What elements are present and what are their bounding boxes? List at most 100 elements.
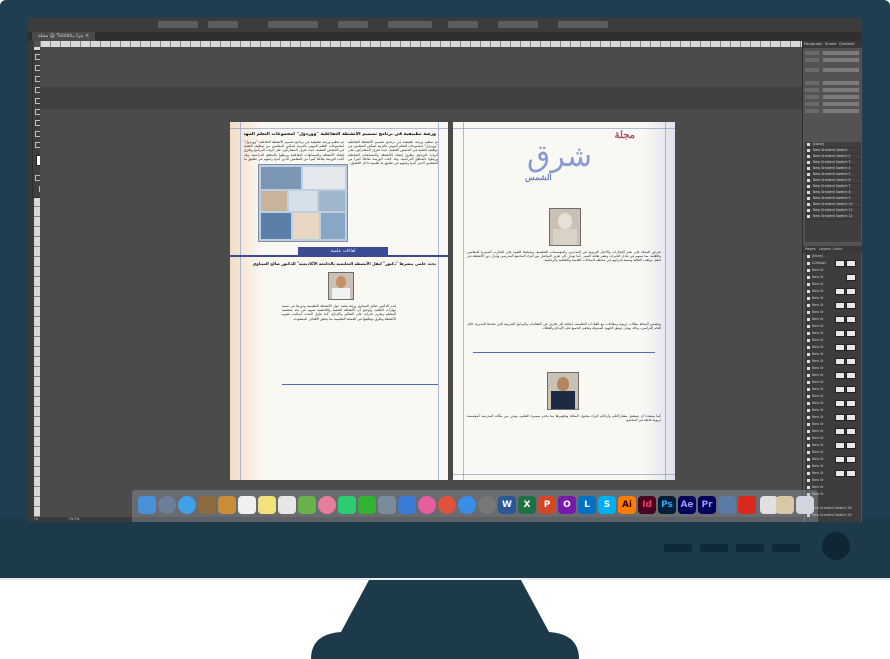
pages-row[interactable]: New Gr bbox=[805, 379, 861, 386]
pages-row[interactable]: New Gr bbox=[805, 309, 861, 316]
control-field[interactable] bbox=[268, 21, 318, 28]
pages-row[interactable]: New Gr bbox=[805, 428, 861, 435]
pages-row[interactable]: New Gr bbox=[805, 358, 861, 365]
panel-field[interactable] bbox=[805, 88, 861, 92]
keynote-icon[interactable] bbox=[398, 496, 416, 514]
onenote-icon[interactable]: O bbox=[558, 496, 576, 514]
pages-row[interactable]: New Gr bbox=[805, 330, 861, 337]
panel-field[interactable] bbox=[805, 51, 861, 55]
power-button[interactable] bbox=[822, 532, 850, 560]
page-number[interactable]: ١٥ bbox=[34, 517, 38, 522]
indesign-icon[interactable]: Id bbox=[638, 496, 656, 514]
tab-paragraph[interactable]: Paragraph bbox=[804, 42, 822, 47]
panel-field[interactable] bbox=[805, 109, 861, 113]
control-field[interactable] bbox=[388, 21, 432, 28]
tab-stroke[interactable]: Stroke bbox=[825, 42, 836, 47]
skype-icon[interactable]: S bbox=[598, 496, 616, 514]
panel-field[interactable] bbox=[805, 81, 861, 85]
numbers-icon[interactable] bbox=[378, 496, 396, 514]
pages-row[interactable]: New Gr bbox=[805, 274, 861, 281]
pages-row[interactable]: New Gr bbox=[805, 372, 861, 379]
pages-row[interactable]: New Gr bbox=[805, 386, 861, 393]
pages-row[interactable]: New Gr bbox=[805, 477, 861, 484]
powerpoint-icon[interactable]: P bbox=[538, 496, 556, 514]
pages-row[interactable]: New Gr bbox=[805, 365, 861, 372]
pages-row[interactable]: New Gr bbox=[805, 323, 861, 330]
calendar-icon[interactable] bbox=[238, 496, 256, 514]
pages-row[interactable]: New Gr bbox=[805, 414, 861, 421]
document-tab[interactable]: ﺑﺘﺮﺍ ﺑـ٥٥٥٥% @ مجلة × bbox=[32, 32, 96, 41]
panel-field[interactable] bbox=[805, 68, 861, 72]
pages-row[interactable]: New Gr bbox=[805, 407, 861, 414]
tab-layers[interactable]: Layers bbox=[819, 247, 831, 252]
document-stack-icon[interactable] bbox=[776, 496, 794, 514]
app-store-icon[interactable] bbox=[458, 496, 476, 514]
pages-row[interactable]: New Gr bbox=[805, 400, 861, 407]
preview-icon[interactable] bbox=[718, 496, 736, 514]
tab-gradient[interactable]: Gradient bbox=[839, 42, 855, 47]
swatch-row[interactable]: New Gradient Swatch 12 bbox=[805, 214, 861, 220]
panel-field[interactable] bbox=[805, 95, 861, 99]
system-preferences-icon[interactable] bbox=[478, 496, 496, 514]
photos-icon[interactable] bbox=[318, 496, 336, 514]
pages-row[interactable]: New Gr bbox=[805, 288, 861, 295]
tab-links[interactable]: Links bbox=[833, 247, 842, 252]
pages-row[interactable]: New Gr bbox=[805, 344, 861, 351]
pages-row[interactable]: New Gr bbox=[805, 449, 861, 456]
pages-row[interactable]: New Gr bbox=[805, 281, 861, 288]
finder-icon[interactable] bbox=[138, 496, 156, 514]
photoshop-icon[interactable]: Ps bbox=[658, 496, 676, 514]
word-icon[interactable]: W bbox=[498, 496, 516, 514]
control-field[interactable] bbox=[498, 21, 538, 28]
acrobat-icon[interactable] bbox=[738, 496, 756, 514]
pages-row[interactable]: New Gr bbox=[805, 393, 861, 400]
zoom-level[interactable]: ١٩٧.٩% bbox=[68, 517, 80, 522]
mail-icon[interactable] bbox=[198, 496, 216, 514]
ibooks-icon[interactable] bbox=[438, 496, 456, 514]
notes-icon[interactable] bbox=[258, 496, 276, 514]
trash-icon[interactable] bbox=[796, 496, 814, 514]
contacts-icon[interactable] bbox=[218, 496, 236, 514]
control-field[interactable] bbox=[338, 21, 368, 28]
control-field[interactable] bbox=[448, 21, 478, 28]
itunes-icon[interactable] bbox=[418, 496, 436, 514]
tab-pages[interactable]: Pages bbox=[805, 247, 816, 252]
pages-row[interactable]: New Gr bbox=[805, 267, 861, 274]
right-page[interactable]: مجلة شرق الشمس تحرص المجلة على نشر الإنج… bbox=[453, 122, 675, 480]
pages-row[interactable]: New Gr bbox=[805, 456, 861, 463]
pages-row[interactable]: New Gr bbox=[805, 316, 861, 323]
magazine-logo: مجلة شرق الشمس bbox=[515, 128, 635, 190]
reminders-icon[interactable] bbox=[278, 496, 296, 514]
control-field[interactable] bbox=[558, 21, 608, 28]
excel-icon[interactable]: X bbox=[518, 496, 536, 514]
pages-row[interactable]: New Gr bbox=[805, 302, 861, 309]
premiere-icon[interactable]: Pr bbox=[698, 496, 716, 514]
blue-rule bbox=[473, 352, 655, 353]
pages-row[interactable]: New Gr bbox=[805, 295, 861, 302]
safari-icon[interactable] bbox=[178, 496, 196, 514]
pages-row[interactable]: New Gr bbox=[805, 337, 861, 344]
article-body-text: كما يسعدنا أن نستقبل مشاركاتكم وآراءكم ل… bbox=[467, 414, 661, 423]
monitor-stand bbox=[311, 580, 579, 659]
swatch-label: New Gradient Swatch 6 bbox=[813, 178, 851, 182]
panel-field[interactable] bbox=[805, 58, 861, 62]
panel-field[interactable] bbox=[805, 102, 861, 106]
maps-icon[interactable] bbox=[298, 496, 316, 514]
lync-icon[interactable]: L bbox=[578, 496, 596, 514]
control-field[interactable] bbox=[208, 21, 238, 28]
pages-row[interactable]: New Gr bbox=[805, 470, 861, 477]
pages-row[interactable]: New Gr bbox=[805, 442, 861, 449]
after-effects-icon[interactable]: Ae bbox=[678, 496, 696, 514]
pages-row[interactable]: New Gr bbox=[805, 351, 861, 358]
left-page[interactable]: ورشة تطبيقية في برنامج تصميم الأنشطة الت… bbox=[230, 122, 448, 480]
control-field[interactable] bbox=[158, 21, 198, 28]
pages-row[interactable]: New Gr bbox=[805, 421, 861, 428]
messages-icon[interactable] bbox=[338, 496, 356, 514]
pages-row[interactable]: A-Master bbox=[805, 260, 861, 267]
launchpad-icon[interactable] bbox=[158, 496, 176, 514]
pages-row[interactable]: New Gr bbox=[805, 435, 861, 442]
illustrator-icon[interactable]: Ai bbox=[618, 496, 636, 514]
pages-row[interactable]: [None] bbox=[805, 253, 861, 260]
pages-row[interactable]: New Gr bbox=[805, 463, 861, 470]
facetime-icon[interactable] bbox=[358, 496, 376, 514]
